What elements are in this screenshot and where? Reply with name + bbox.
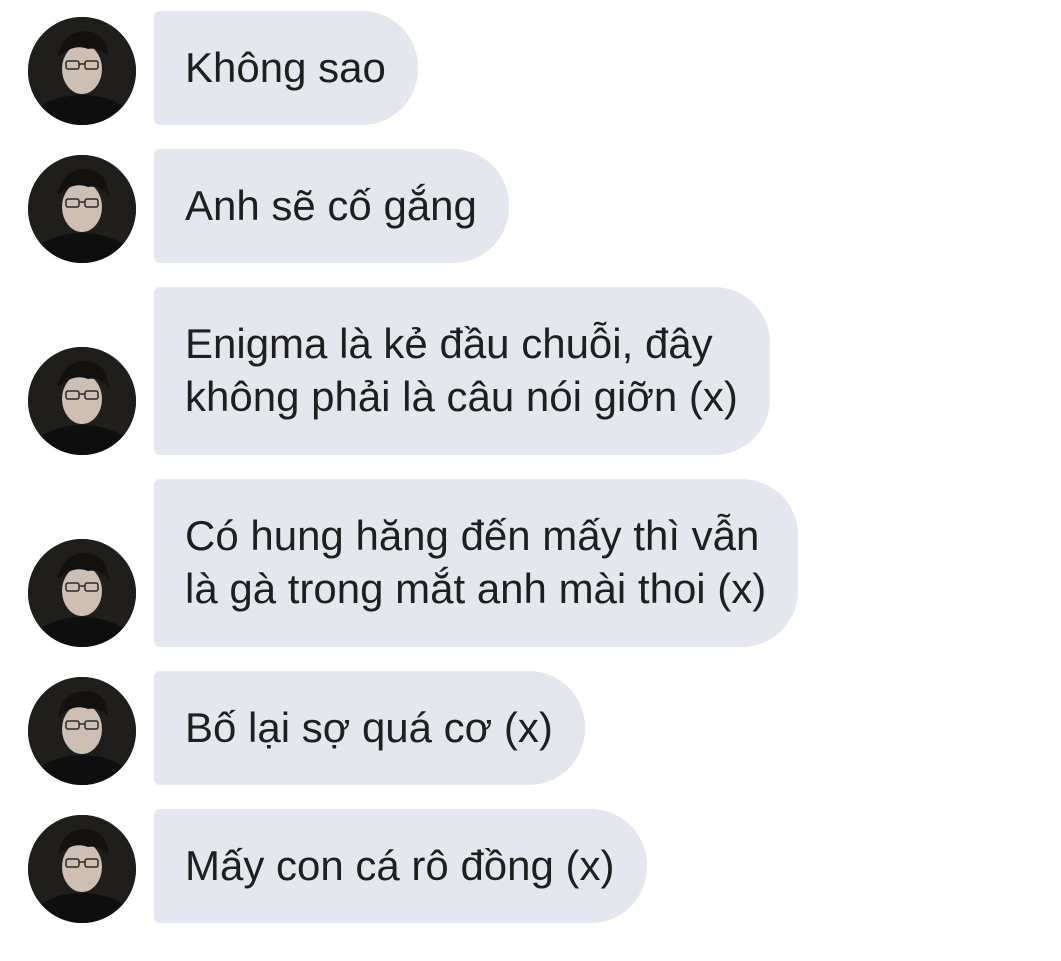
message-thread: Không sao Anh sẽ cố gắng Enigma là kẻ đầ… bbox=[0, 0, 1061, 961]
avatar-portrait-icon bbox=[28, 155, 136, 263]
message-bubble[interactable]: Có hung hăng đến mấy thì vẫn là gà trong… bbox=[154, 479, 799, 647]
message-bubble[interactable]: Bố lại sợ quá cơ (x) bbox=[154, 671, 585, 785]
message-bubble[interactable]: Không sao bbox=[154, 11, 418, 125]
user-avatar[interactable] bbox=[28, 347, 136, 455]
avatar-portrait-icon bbox=[28, 539, 136, 647]
message-bubble[interactable]: Enigma là kẻ đầu chuỗi, đây không phải l… bbox=[154, 287, 770, 455]
user-avatar[interactable] bbox=[28, 155, 136, 263]
message-bubble[interactable]: Anh sẽ cố gắng bbox=[154, 149, 509, 263]
avatar-portrait-icon bbox=[28, 677, 136, 785]
user-avatar[interactable] bbox=[28, 17, 136, 125]
avatar-portrait-icon bbox=[28, 347, 136, 455]
avatar-portrait-icon bbox=[28, 17, 136, 125]
user-avatar[interactable] bbox=[28, 815, 136, 923]
avatar-portrait-icon bbox=[28, 815, 136, 923]
user-avatar[interactable] bbox=[28, 677, 136, 785]
user-avatar[interactable] bbox=[28, 539, 136, 647]
message-bubble[interactable]: Mấy con cá rô đồng (x) bbox=[154, 809, 647, 923]
